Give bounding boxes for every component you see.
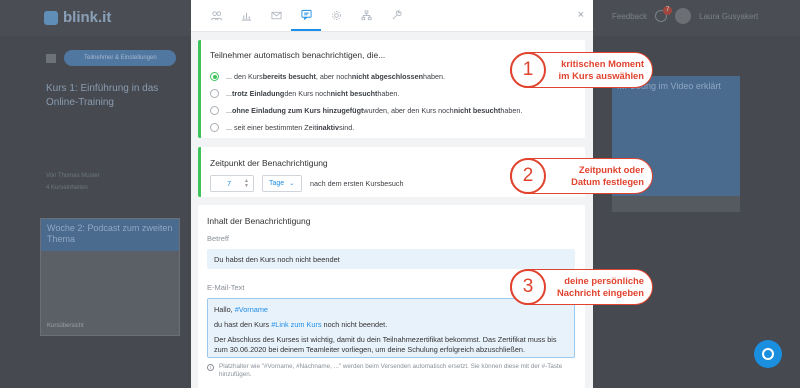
callout-number: 2 — [510, 158, 546, 194]
course-card-footer: Kursübersicht — [47, 323, 84, 329]
avatar[interactable] — [675, 8, 692, 24]
course-title: Kurs 1: Einführung in das Online-Trainin… — [46, 83, 159, 108]
help-chat-button[interactable] — [754, 340, 782, 368]
logo-mark-icon — [44, 10, 58, 25]
subject-field[interactable]: Du habst den Kurs noch nicht beendet — [207, 249, 575, 269]
callout-text: deine persönliche Nachricht eingeben — [557, 275, 644, 298]
participants-settings-button[interactable]: Teilnehmer & Einstellungen — [64, 50, 176, 66]
callout-3: 3 deine persönliche Nachricht eingeben — [510, 269, 653, 305]
callout-text: kritischen Moment im Kurs auswählen — [558, 58, 644, 81]
course-units: 4 Kurseinheiten — [46, 185, 88, 191]
callout-1: 1 kritischen Moment im Kurs auswählen — [510, 52, 653, 88]
course-card[interactable]: Woche 2: Podcast zum zweiten Thema Kursü… — [40, 218, 180, 336]
radio-option-3[interactable] — [210, 106, 219, 115]
hint-text: Platzhalter wie "#Vorname, #Nachname, ..… — [219, 363, 563, 378]
email-text-field[interactable]: Hallo, #Vorname du hast den Kurs #Link z… — [207, 298, 575, 358]
placeholder-hint: i Platzhalter wie "#Vorname, #Nachname, … — [207, 363, 575, 379]
callout-number: 1 — [510, 52, 546, 88]
email-line-3: Der Abschluss des Kurses ist wichtig, da… — [214, 335, 557, 354]
callout-2: 2 Zeitpunkt oder Datum festlegen — [510, 158, 653, 194]
days-stepper[interactable]: 7 ▲ ▼ — [210, 175, 254, 192]
radio-option-4[interactable] — [210, 123, 219, 132]
close-icon[interactable]: × — [578, 9, 584, 21]
gear-icon — [331, 11, 341, 20]
bell-icon[interactable]: 7 — [655, 6, 673, 22]
callout-number: 3 — [510, 269, 546, 305]
timing-reference-text: nach dem ersten Kursbesuch — [310, 179, 404, 188]
user-area: Feedback 7 Laura Gusyakert — [612, 6, 758, 24]
tab-notifications[interactable] — [291, 0, 321, 31]
mail-icon — [270, 11, 282, 20]
course-author: Von Thomas Muster — [46, 173, 100, 179]
logo-text: blink.it — [63, 9, 112, 26]
stepper-arrows-icon[interactable]: ▲ ▼ — [244, 178, 249, 189]
chat-icon — [762, 348, 774, 360]
message-icon — [300, 9, 312, 20]
recipient-option-4[interactable]: ... seit einer bestimmten Zeit inaktiv s… — [210, 119, 575, 136]
course-meta: Von Thomas Muster 4 Kurseinheiten — [46, 170, 100, 194]
user-name[interactable]: Laura Gusyakert — [699, 12, 758, 21]
course-card-right-footer — [612, 196, 740, 212]
course-card-title: Woche 2: Podcast zum zweiten Thema — [41, 219, 179, 251]
home-icon[interactable] — [46, 54, 56, 63]
notification-badge: 7 — [663, 6, 673, 15]
users-icon — [210, 11, 222, 21]
tab-structure[interactable] — [351, 0, 381, 31]
callout-text: Zeitpunkt oder Datum festlegen — [571, 164, 644, 187]
unit-value: Tage — [269, 180, 285, 187]
recipient-option-2[interactable]: ... trotz Einladung den Kurs noch nicht … — [210, 85, 575, 102]
info-icon: i — [207, 364, 214, 371]
bar-chart-icon — [241, 12, 251, 21]
hierarchy-icon — [360, 10, 372, 21]
radio-option-2[interactable] — [210, 89, 219, 98]
tab-email[interactable] — [261, 0, 291, 31]
email-greeting: Hallo, #Vorname — [214, 305, 268, 314]
subject-label: Betreff — [207, 234, 229, 243]
modal-tabs: × — [191, 0, 593, 32]
recipient-option-3[interactable]: ... ohne Einladung zum Kurs hinzugefügt … — [210, 102, 575, 119]
placeholder-tag: #Vorname — [234, 305, 268, 314]
tab-settings[interactable] — [321, 0, 351, 31]
nav-feedback[interactable]: Feedback — [612, 12, 647, 21]
placeholder-tag: #Link zum Kurs — [271, 320, 322, 329]
tab-participants[interactable] — [201, 0, 231, 31]
tab-statistics[interactable] — [231, 0, 261, 31]
content-title: Inhalt der Benachrichtigung — [207, 216, 311, 226]
days-value: 7 — [227, 179, 232, 188]
tab-tools[interactable] — [381, 0, 411, 31]
wrench-icon — [392, 10, 402, 20]
unit-select[interactable]: Tage ⌄ — [262, 175, 302, 192]
radio-option-1[interactable] — [210, 72, 219, 81]
email-line-2: du hast den Kurs #Link zum Kurs noch nic… — [214, 320, 388, 329]
chevron-down-icon: ⌄ — [289, 181, 295, 187]
logo[interactable]: blink.it — [44, 9, 111, 26]
